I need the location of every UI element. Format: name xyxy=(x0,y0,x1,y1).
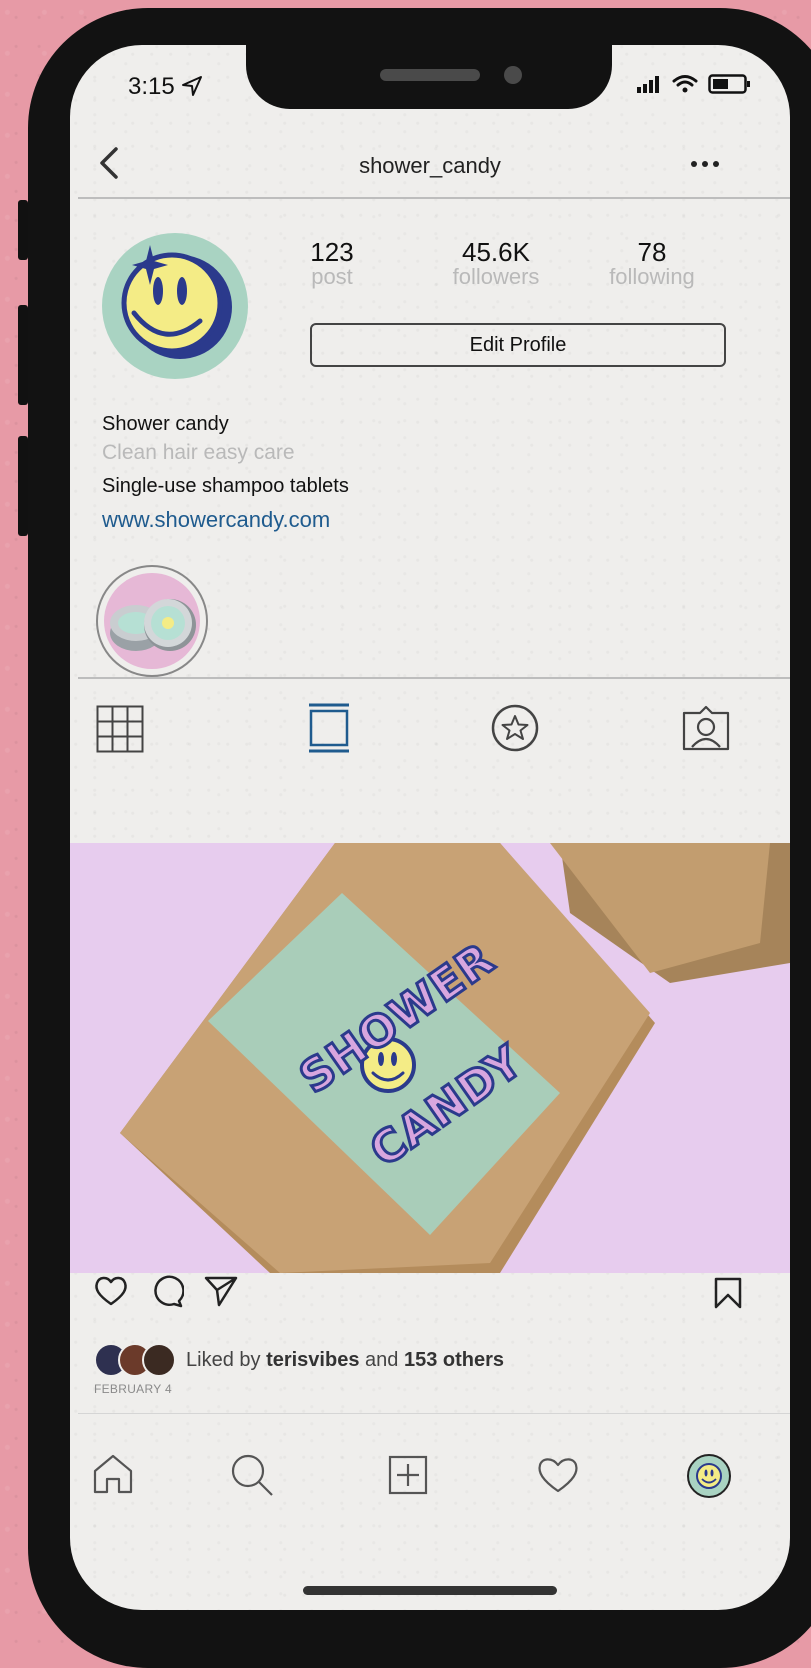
post-image[interactable]: SHOWER CANDY xyxy=(70,843,790,1273)
feed-tab-icon[interactable] xyxy=(308,703,350,753)
front-camera xyxy=(504,66,522,84)
mute-switch xyxy=(18,200,28,260)
profile-nav-avatar[interactable] xyxy=(687,1454,731,1498)
wifi-icon xyxy=(672,75,698,93)
volume-up-button xyxy=(18,305,28,405)
home-indicator[interactable] xyxy=(303,1586,557,1595)
volume-down-button xyxy=(18,436,28,536)
story-highlight[interactable] xyxy=(96,565,208,677)
edit-profile-button[interactable]: Edit Profile xyxy=(310,323,726,367)
product-box-image xyxy=(120,843,790,1273)
liked-by-others[interactable]: 153 others xyxy=(404,1349,504,1371)
more-options-icon[interactable] xyxy=(690,157,720,171)
stat-following-label: following xyxy=(609,264,695,289)
stat-posts[interactable]: 123 post xyxy=(262,237,402,290)
shampoo-tins-image xyxy=(110,599,196,651)
liked-by-prefix: Liked by xyxy=(186,1348,261,1371)
star-tab-icon[interactable] xyxy=(490,703,540,753)
grid-tab-icon[interactable] xyxy=(96,705,144,753)
search-nav-icon[interactable] xyxy=(230,1453,274,1497)
activity-heart-nav-icon[interactable] xyxy=(536,1455,580,1495)
liked-by-text: Liked by terisvibes and 153 others xyxy=(186,1349,504,1372)
bio-website-link[interactable]: www.showercandy.com xyxy=(102,507,330,533)
stat-followers-label: followers xyxy=(452,264,540,289)
bio-category: Clean hair easy care xyxy=(102,441,295,464)
bio-name: Shower candy xyxy=(102,413,229,435)
header-divider xyxy=(78,197,790,199)
speaker xyxy=(380,69,480,81)
add-post-nav-icon[interactable] xyxy=(388,1455,428,1495)
stat-followers[interactable]: 45.6K followers xyxy=(426,237,566,290)
smiley-logo-icon xyxy=(121,245,232,359)
profile-username: shower_candy xyxy=(359,153,501,178)
tabs-divider xyxy=(78,677,790,679)
tagged-tab-icon[interactable] xyxy=(682,705,730,751)
comment-icon[interactable] xyxy=(150,1275,184,1309)
nav-divider xyxy=(78,1413,790,1414)
profile-smiley-icon xyxy=(696,1463,722,1489)
bio-description: Single-use shampoo tablets xyxy=(102,475,349,497)
signal-icon xyxy=(637,76,659,93)
profile-avatar[interactable] xyxy=(102,233,248,379)
status-icons xyxy=(636,73,752,95)
post-date: FEBRUARY 4 xyxy=(94,1382,172,1396)
liker-avatar xyxy=(142,1343,176,1377)
location-arrow-icon xyxy=(182,76,203,96)
highlight-thumbnail xyxy=(104,573,200,669)
liked-by-row[interactable]: Liked by terisvibes and 153 others xyxy=(94,1343,504,1377)
stat-posts-label: post xyxy=(311,264,353,289)
screen: 3:15 shower_candy 123 post 45.6K followe… xyxy=(70,45,790,1610)
home-nav-icon[interactable] xyxy=(92,1453,134,1495)
like-heart-icon[interactable] xyxy=(94,1275,128,1307)
liked-by-and: and xyxy=(365,1348,399,1371)
notch xyxy=(246,45,612,109)
battery-icon xyxy=(708,74,750,94)
status-time: 3:15 xyxy=(128,73,203,101)
liked-by-user[interactable]: terisvibes xyxy=(266,1349,359,1371)
stat-following[interactable]: 78 following xyxy=(582,237,722,290)
share-send-icon[interactable] xyxy=(204,1275,238,1307)
bookmark-icon[interactable] xyxy=(714,1277,742,1309)
